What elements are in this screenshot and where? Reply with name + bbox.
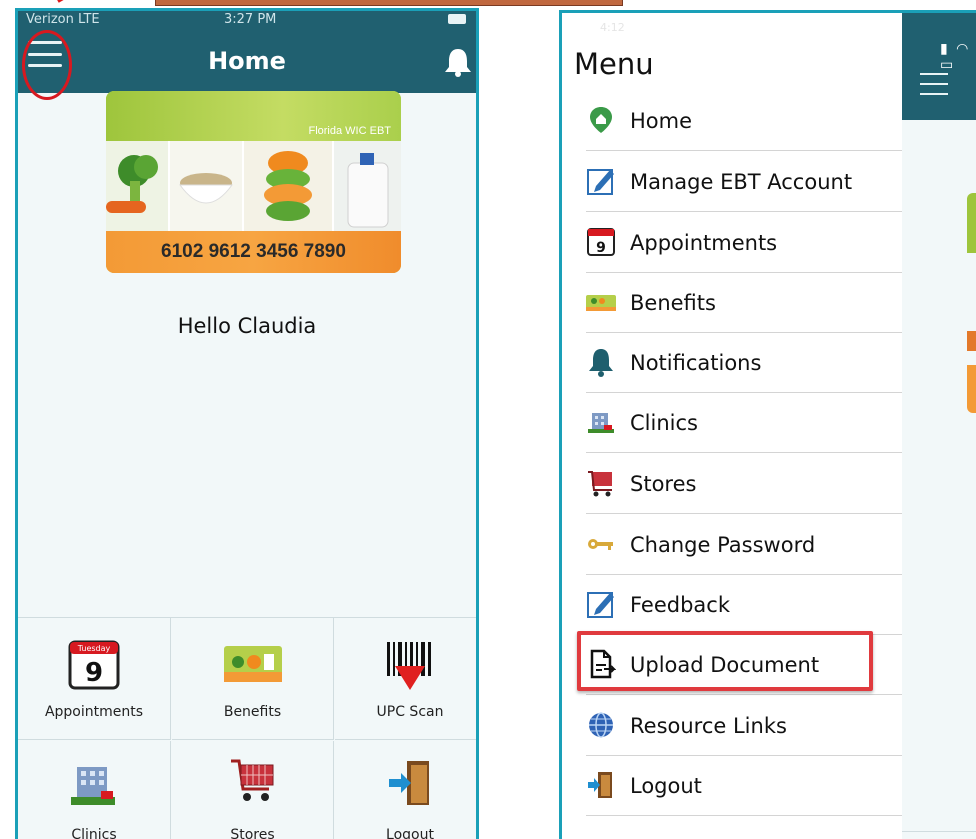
menu-item-label: Resource Links (630, 714, 787, 738)
comparison-stage: Verizon LTE 3:27 PM Home Florida WIC EBT (0, 0, 976, 839)
page-title: Home (208, 47, 286, 75)
barcode-scan-icon (387, 642, 431, 690)
svg-text:Tuesday: Tuesday (77, 644, 111, 653)
card-brand-label: Florida WIC EBT (308, 125, 391, 137)
menu-item-label: Stores (630, 472, 697, 496)
menu-item-manage-ebt-account[interactable]: Manage EBT Account (586, 152, 902, 212)
hamburger-menu-icon[interactable] (920, 73, 948, 95)
milk-jug-image (334, 141, 401, 231)
menu-item-stores[interactable]: Stores (586, 454, 902, 514)
svg-text:9: 9 (596, 240, 606, 256)
ebt-card-image: Florida WIC EBT 6102 9612 3456 7890 (106, 91, 401, 273)
menu-item-label: Logout (630, 774, 702, 798)
broccoli-image (106, 141, 168, 231)
clinic-building-icon (71, 767, 115, 805)
rice-bowl-image (170, 141, 242, 231)
menu-item-label: Clinics (630, 411, 698, 435)
menu-item-label: Benefits (630, 291, 716, 315)
menu-item-resource-links[interactable]: Resource Links (586, 696, 902, 756)
menu-item-notifications[interactable]: Notifications (586, 333, 902, 393)
status-bar: Verizon LTE 3:27 PM (18, 11, 476, 29)
grid-peek (902, 831, 976, 839)
card-peek (967, 331, 976, 351)
menu-title: Menu (574, 47, 654, 81)
menu-item-label: Notifications (630, 351, 762, 375)
globe-icon (589, 712, 613, 738)
clinic-building-icon (588, 413, 614, 433)
svg-text:9: 9 (85, 658, 103, 688)
calendar-icon: Tuesday 9 (68, 640, 120, 690)
grid-label: Stores (230, 827, 275, 839)
annotation-arrow (57, 0, 80, 3)
bell-icon (589, 349, 613, 377)
menu-item-label: Feedback (630, 593, 731, 617)
menu-item-label: Appointments (630, 231, 778, 255)
grid-logout[interactable]: Logout (335, 741, 476, 839)
top-banner-edge (155, 0, 623, 6)
menu-item-change-password[interactable]: Change Password (586, 515, 902, 575)
menu-item-appointments[interactable]: 9 Appointments (586, 213, 902, 273)
grid-label: Clinics (71, 827, 117, 839)
grid-label: UPC Scan (376, 704, 444, 720)
notification-bell-icon[interactable] (442, 47, 474, 77)
navigation-drawer: 4:12 Menu Home Manage EBT Account 9 Appo… (562, 13, 902, 839)
key-icon (588, 539, 613, 550)
calendar-icon: 9 (587, 228, 615, 256)
grid-label: Benefits (223, 704, 282, 720)
menu-screen: ▮ ◠ ▭ 4:12 Menu Home Manage EBT Account … (559, 10, 976, 839)
grid-appointments[interactable]: Tuesday 9 Appointments (18, 618, 171, 740)
grid-benefits[interactable]: Benefits (172, 618, 334, 740)
app-header: Verizon LTE 3:27 PM Home (18, 11, 476, 93)
benefits-card-icon (586, 295, 616, 311)
status-time: 3:27 PM (224, 12, 277, 27)
menu-item-clinics[interactable]: Clinics (586, 393, 902, 453)
grid-stores[interactable]: Stores (172, 741, 334, 839)
annotation-highlight-box (577, 631, 873, 691)
edit-icon (587, 592, 614, 618)
card-peek (967, 365, 976, 413)
grid-clinics[interactable]: Clinics (18, 741, 171, 839)
menu-item-label: Home (630, 109, 693, 133)
card-peek (967, 193, 976, 253)
carrier-label: Verizon LTE (26, 12, 100, 27)
battery-icon (448, 14, 466, 24)
status-time: 4:12 (600, 21, 625, 34)
grid-upc-scan[interactable]: UPC Scan (335, 618, 476, 740)
menu-item-home[interactable]: Home (586, 91, 902, 151)
shortcut-grid: Tuesday 9 Appointments Benefits UPC Scan… (18, 617, 476, 839)
menu-item-benefits[interactable]: Benefits (586, 273, 902, 333)
annotation-circle (22, 30, 72, 100)
edit-icon (587, 169, 614, 195)
underlying-home-screen (902, 13, 976, 839)
menu-item-label: Manage EBT Account (630, 170, 853, 194)
home-pin-icon (590, 107, 612, 133)
status-icons: ▮ ◠ ▭ (940, 41, 971, 73)
grid-label: Appointments (44, 704, 144, 720)
logout-door-icon (389, 761, 429, 805)
menu-item-logout[interactable]: Logout (586, 756, 902, 816)
card-number: 6102 9612 3456 7890 (161, 241, 346, 262)
benefits-card-icon (223, 646, 282, 682)
shopping-cart-icon (588, 471, 612, 497)
logout-door-icon (588, 772, 612, 798)
greeting-text: Hello Claudia (177, 314, 317, 338)
grid-label: Logout (386, 827, 434, 839)
home-screen: Verizon LTE 3:27 PM Home Florida WIC EBT (15, 8, 479, 839)
menu-item-feedback[interactable]: Feedback (586, 575, 902, 635)
fruit-stack-image (244, 141, 332, 231)
shopping-cart-icon (230, 759, 273, 801)
menu-item-label: Change Password (630, 533, 816, 557)
